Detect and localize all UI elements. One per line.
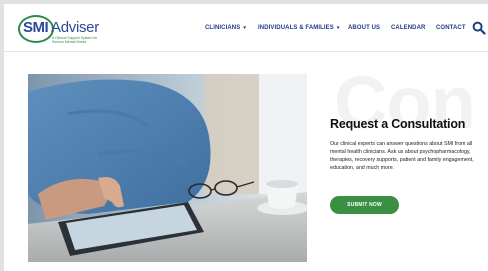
nav-label-individuals: INDIVIDUALS & FAMILIES (258, 25, 334, 31)
nav-item-contact[interactable]: CONTACT (436, 4, 466, 52)
nav-label-contact: CONTACT (436, 25, 466, 31)
logo-suffix: Adviser (51, 19, 99, 36)
nav-item-individuals-families[interactable]: INDIVIDUALS & FAMILIES ▾ (258, 4, 340, 52)
chevron-down-icon: ▾ (243, 25, 246, 31)
smi-adviser-logo[interactable]: SMI Adviser A Clinical Support System fo… (18, 14, 108, 44)
nav-label-clinicians: CLINICIANS (205, 25, 241, 31)
submit-now-button[interactable]: SUBMIT NOW (330, 196, 399, 214)
section-title: Request a Consultation (330, 117, 466, 131)
page: SMI Adviser A Clinical Support System fo… (4, 4, 488, 271)
nav-item-calendar[interactable]: CALENDAR (391, 4, 425, 52)
logo-prefix: SMI (23, 19, 49, 36)
chevron-down-icon: ▾ (336, 25, 340, 31)
hero-photo (28, 74, 307, 262)
logo-tagline: A Clinical Support System for Serious Me… (52, 36, 97, 44)
nav-item-clinicians[interactable]: CLINICIANS ▾ (205, 4, 246, 52)
nav-item-about-us[interactable]: ABOUT US (348, 4, 380, 52)
site-header: SMI Adviser A Clinical Support System fo… (4, 4, 488, 52)
logo-tagline-line2: Serious Mental Illness (52, 40, 87, 44)
section-description: Our clinical experts can answer question… (330, 141, 474, 171)
nav-label-about: ABOUT US (348, 25, 381, 31)
background-watermark-word: Con (334, 61, 476, 144)
search-icon[interactable] (472, 21, 486, 35)
nav-label-calendar: CALENDAR (391, 25, 426, 31)
